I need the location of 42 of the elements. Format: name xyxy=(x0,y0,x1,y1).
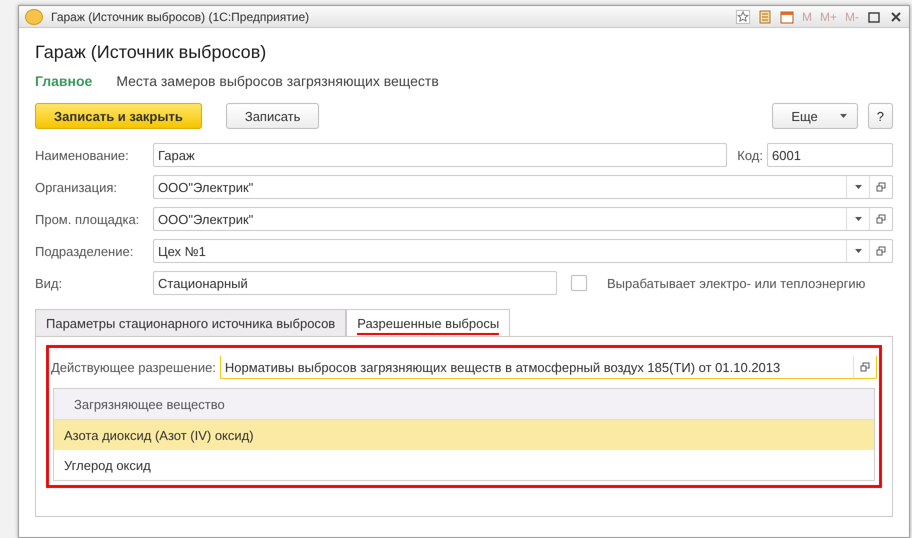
calendar-icon[interactable] xyxy=(780,10,794,24)
close-icon[interactable] xyxy=(889,10,903,24)
open-form-icon xyxy=(876,214,886,224)
field-label: Действующее разрешение: xyxy=(51,360,216,374)
input-field[interactable]: Стационарный xyxy=(153,271,557,295)
dropdown-arrow-icon xyxy=(854,249,862,253)
checkbox[interactable] xyxy=(571,275,587,291)
nav-link[interactable]: Главное xyxy=(35,73,92,89)
select-field[interactable]: ООО"Электрик" xyxy=(153,175,893,199)
save-button[interactable]: Записать xyxy=(226,103,320,129)
dropdown-arrow-icon xyxy=(854,185,862,189)
tab[interactable]: Разрешенные выбросы xyxy=(346,309,510,337)
checkbox-label: Вырабатывает электро- или теплоэнергию xyxy=(607,276,866,290)
column-header: Загрязняющее вещество xyxy=(54,389,874,420)
window-title: Гараж (Источник выбросов) (1С:Предприятие) xyxy=(51,10,310,24)
open-form-icon xyxy=(860,362,870,372)
table-row[interactable]: Азота диоксид (Азот (IV) оксид) xyxy=(54,420,874,450)
select-field[interactable]: ООО"Электрик" xyxy=(153,207,893,231)
form-title: Гараж (Источник выбросов) xyxy=(35,42,268,63)
select-field[interactable]: Цех №1 xyxy=(153,239,893,263)
nav-link[interactable]: Места замеров выбросов загрязняющих веществ xyxy=(116,73,439,89)
calculator-icon[interactable] xyxy=(758,10,772,24)
dropdown-arrow-icon xyxy=(840,114,847,118)
field-label: Подразделение: xyxy=(35,244,134,258)
dropdown-arrow-icon xyxy=(854,217,862,221)
save-and-close-button[interactable]: Записать и закрыть xyxy=(35,103,202,129)
help-button[interactable]: ? xyxy=(868,103,893,129)
star-icon[interactable] xyxy=(736,10,750,24)
open-form-icon xyxy=(876,182,886,192)
field-label: Код: xyxy=(737,148,763,162)
open-form-icon xyxy=(876,246,886,256)
field-label: Пром. площадка: xyxy=(35,212,140,226)
input-field[interactable]: Гараж xyxy=(153,143,728,167)
tab[interactable]: Параметры стационарного источника выбросов xyxy=(35,309,346,337)
more-button[interactable]: Еще xyxy=(772,103,858,129)
maximize-icon[interactable] xyxy=(867,10,881,24)
input-field[interactable]: Нормативы выбросов загрязняющих веществ в атмосферный воздух 185(ТИ) от 01.10.2013 xyxy=(220,355,877,379)
field-label: Вид: xyxy=(35,276,64,290)
app-logo-icon xyxy=(25,8,43,24)
input-field[interactable]: 6001 xyxy=(767,143,893,167)
field-label: Организация: xyxy=(35,180,118,194)
field-label: Наименование: xyxy=(35,148,130,162)
